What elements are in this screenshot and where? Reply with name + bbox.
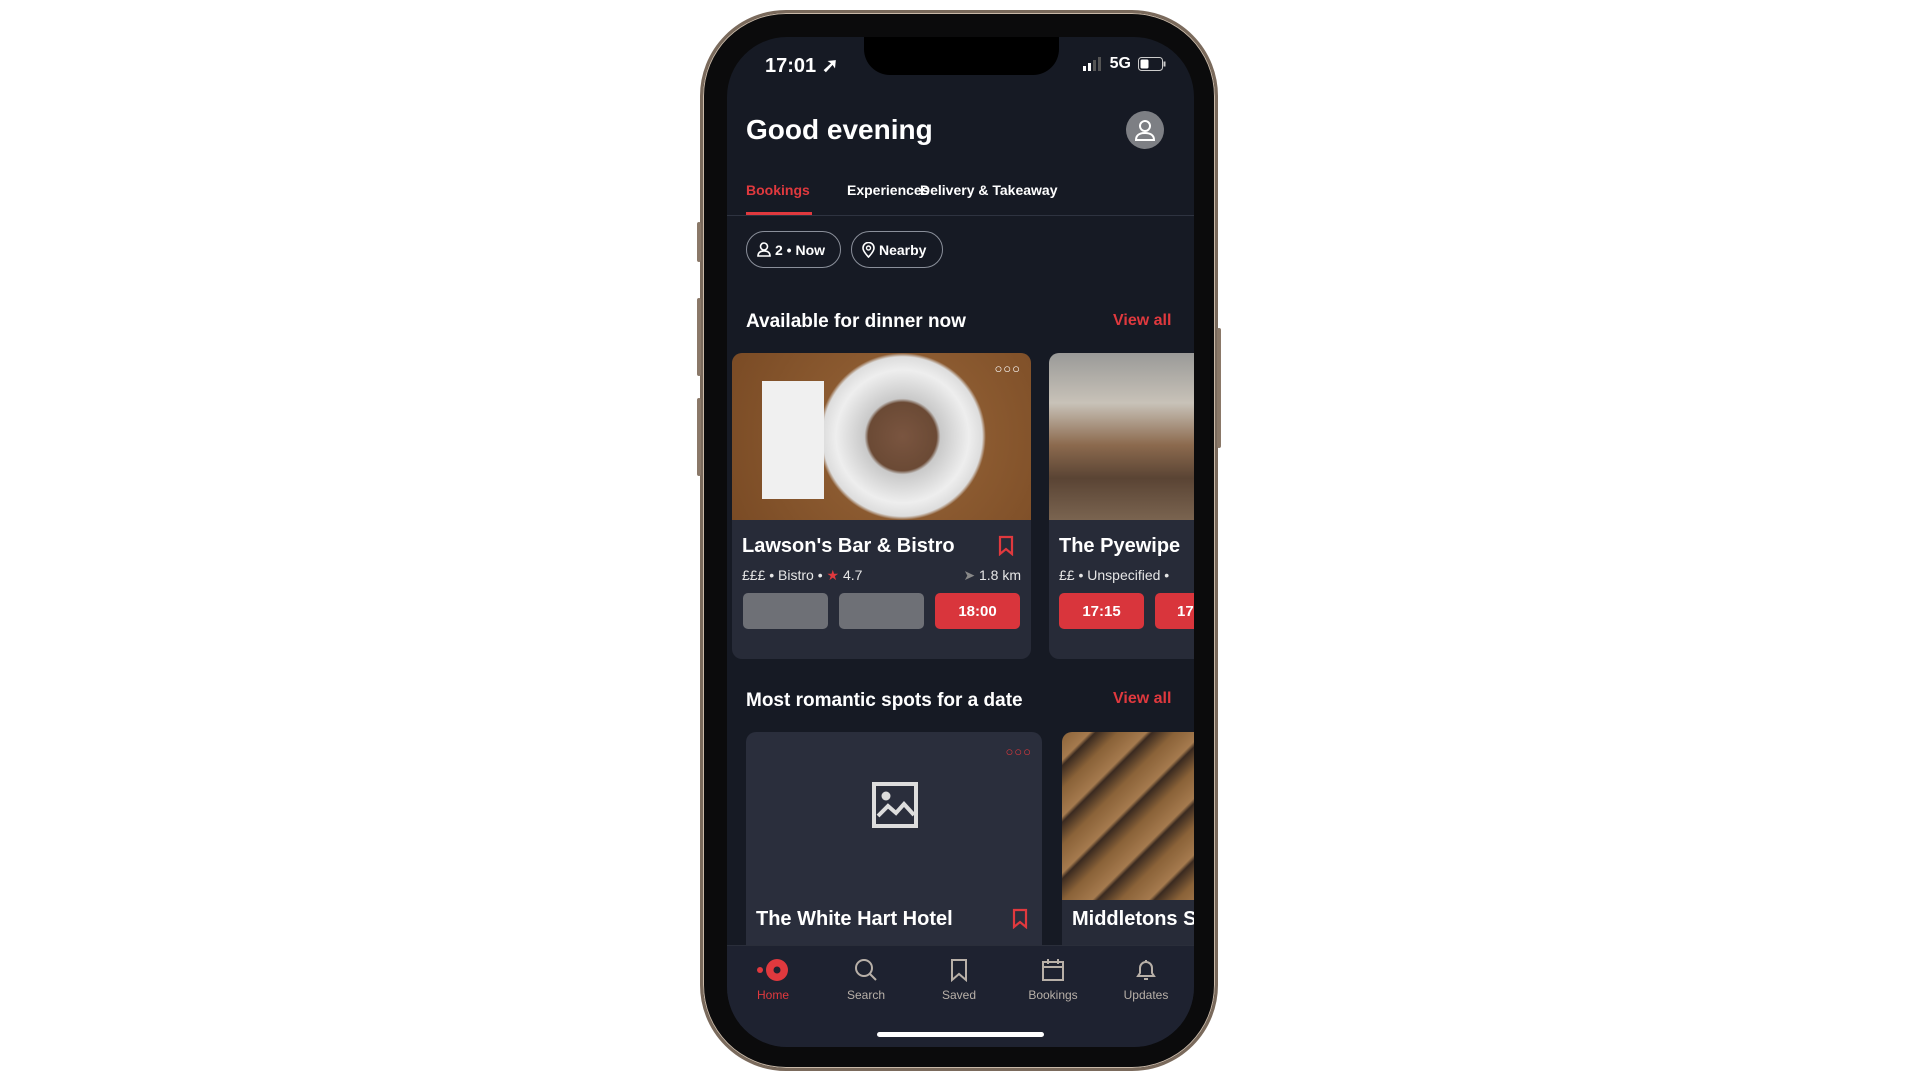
nav-updates-label: Updates — [1123, 988, 1169, 1002]
mute-switch — [697, 222, 701, 262]
restaurant-photo — [1062, 732, 1194, 900]
home-logo-icon — [757, 959, 788, 981]
restaurant-name: The White Hart Hotel — [756, 908, 953, 930]
bookmark-icon[interactable] — [998, 535, 1014, 556]
restaurant-photo — [732, 353, 1031, 520]
profile-avatar-button[interactable] — [1126, 111, 1164, 149]
restaurant-name: The Pyewipe — [1059, 535, 1181, 557]
nav-updates[interactable]: Updates — [1106, 958, 1186, 1002]
search-icon — [855, 959, 877, 981]
time-slot-unavailable — [839, 593, 924, 629]
bell-icon — [1136, 960, 1156, 980]
restaurant-name: Middletons S — [1072, 908, 1194, 930]
party-time-label: 2 • Now — [775, 241, 826, 258]
battery-icon — [1138, 57, 1166, 71]
nav-search[interactable]: Search — [826, 958, 906, 1002]
cuisine: Bistro — [778, 567, 814, 583]
calendar-icon — [1042, 959, 1064, 981]
more-options-icon[interactable]: ○○○ — [994, 361, 1021, 376]
tab-bookings[interactable]: Bookings — [746, 182, 810, 198]
network-label: 5G — [1109, 55, 1131, 72]
signal-icon — [1082, 57, 1101, 71]
map-pin-icon — [862, 241, 875, 258]
restaurant-card[interactable]: Middletons S — [1062, 732, 1194, 972]
restaurant-meta: ££ • Unspecified • — [1059, 567, 1170, 583]
nav-saved[interactable]: Saved — [919, 958, 999, 1002]
status-indicators: 5G — [1082, 55, 1166, 73]
distance: ➤ 1.8 km — [963, 567, 1021, 584]
app-screen: 17:01 ➚ 5G Good evening Bookings Experie… — [727, 37, 1194, 1047]
restaurant-name: Lawson's Bar & Bistro — [742, 535, 955, 557]
status-time: 17:01 ➚ — [765, 53, 838, 78]
time-slot-unavailable — [743, 593, 828, 629]
volume-down-button — [697, 398, 701, 476]
section-title-available-dinner: Available for dinner now — [746, 311, 966, 332]
nav-search-label: Search — [846, 988, 886, 1002]
nav-home[interactable]: Home — [733, 958, 813, 1002]
bookmark-icon[interactable] — [1012, 908, 1028, 929]
view-all-dinner-link[interactable]: View all — [1113, 312, 1171, 330]
restaurant-card[interactable]: ○○○ The White Hart Hotel — [746, 732, 1042, 972]
more-options-icon[interactable]: ○○○ — [1005, 744, 1032, 759]
rating: 4.7 — [842, 567, 863, 583]
view-all-romantic-link[interactable]: View all — [1113, 690, 1171, 708]
tab-delivery-takeaway[interactable]: Delivery & Takeaway — [920, 182, 1058, 198]
restaurant-card[interactable]: ○○○ Lawson's Bar & Bistro £££ • Bistro •… — [732, 353, 1031, 659]
napkin-cutlery-image — [762, 381, 824, 499]
price-level: ££ — [1059, 567, 1075, 583]
restaurant-card[interactable]: The Pyewipe ££ • Unspecified • 17:15 17 — [1049, 353, 1194, 659]
star-icon: ★ — [826, 567, 840, 583]
person-icon — [757, 242, 771, 257]
navigation-arrow-icon: ➤ — [963, 567, 976, 583]
nav-bookings[interactable]: Bookings — [1013, 958, 1093, 1002]
nav-saved-label: Saved — [941, 988, 977, 1002]
price-level: £££ — [742, 567, 766, 583]
section-title-romantic: Most romantic spots for a date — [746, 690, 1023, 711]
page-title: Good evening — [746, 114, 933, 145]
distance-value: 1.8 km — [978, 567, 1021, 583]
bookmark-icon — [951, 959, 967, 982]
time-slot-button[interactable]: 17:15 — [1059, 593, 1144, 629]
time-slot-button[interactable]: 18:00 — [935, 593, 1020, 629]
location-arrow-icon: ➚ — [821, 55, 839, 77]
time-text: 17:01 — [765, 55, 817, 77]
tab-experiences[interactable]: Experiences — [847, 182, 930, 198]
time-slot-button[interactable]: 17 — [1155, 593, 1194, 629]
restaurant-photo — [1049, 353, 1194, 520]
restaurant-meta: £££ • Bistro • ★ 4.7 — [742, 567, 863, 583]
cuisine: Unspecified — [1087, 567, 1161, 583]
image-placeholder-icon — [872, 782, 918, 828]
notch — [864, 37, 1059, 75]
location-label: Nearby — [879, 241, 927, 258]
party-time-filter-chip[interactable]: 2 • Now — [746, 231, 841, 268]
home-indicator[interactable] — [877, 1032, 1044, 1037]
power-button — [1217, 328, 1221, 448]
divider — [727, 215, 1194, 216]
location-filter-chip[interactable]: Nearby — [851, 231, 943, 268]
user-icon — [1134, 120, 1156, 141]
volume-up-button — [697, 298, 701, 376]
nav-bookings-label: Bookings — [1028, 988, 1078, 1002]
nav-home-label: Home — [756, 988, 789, 1002]
